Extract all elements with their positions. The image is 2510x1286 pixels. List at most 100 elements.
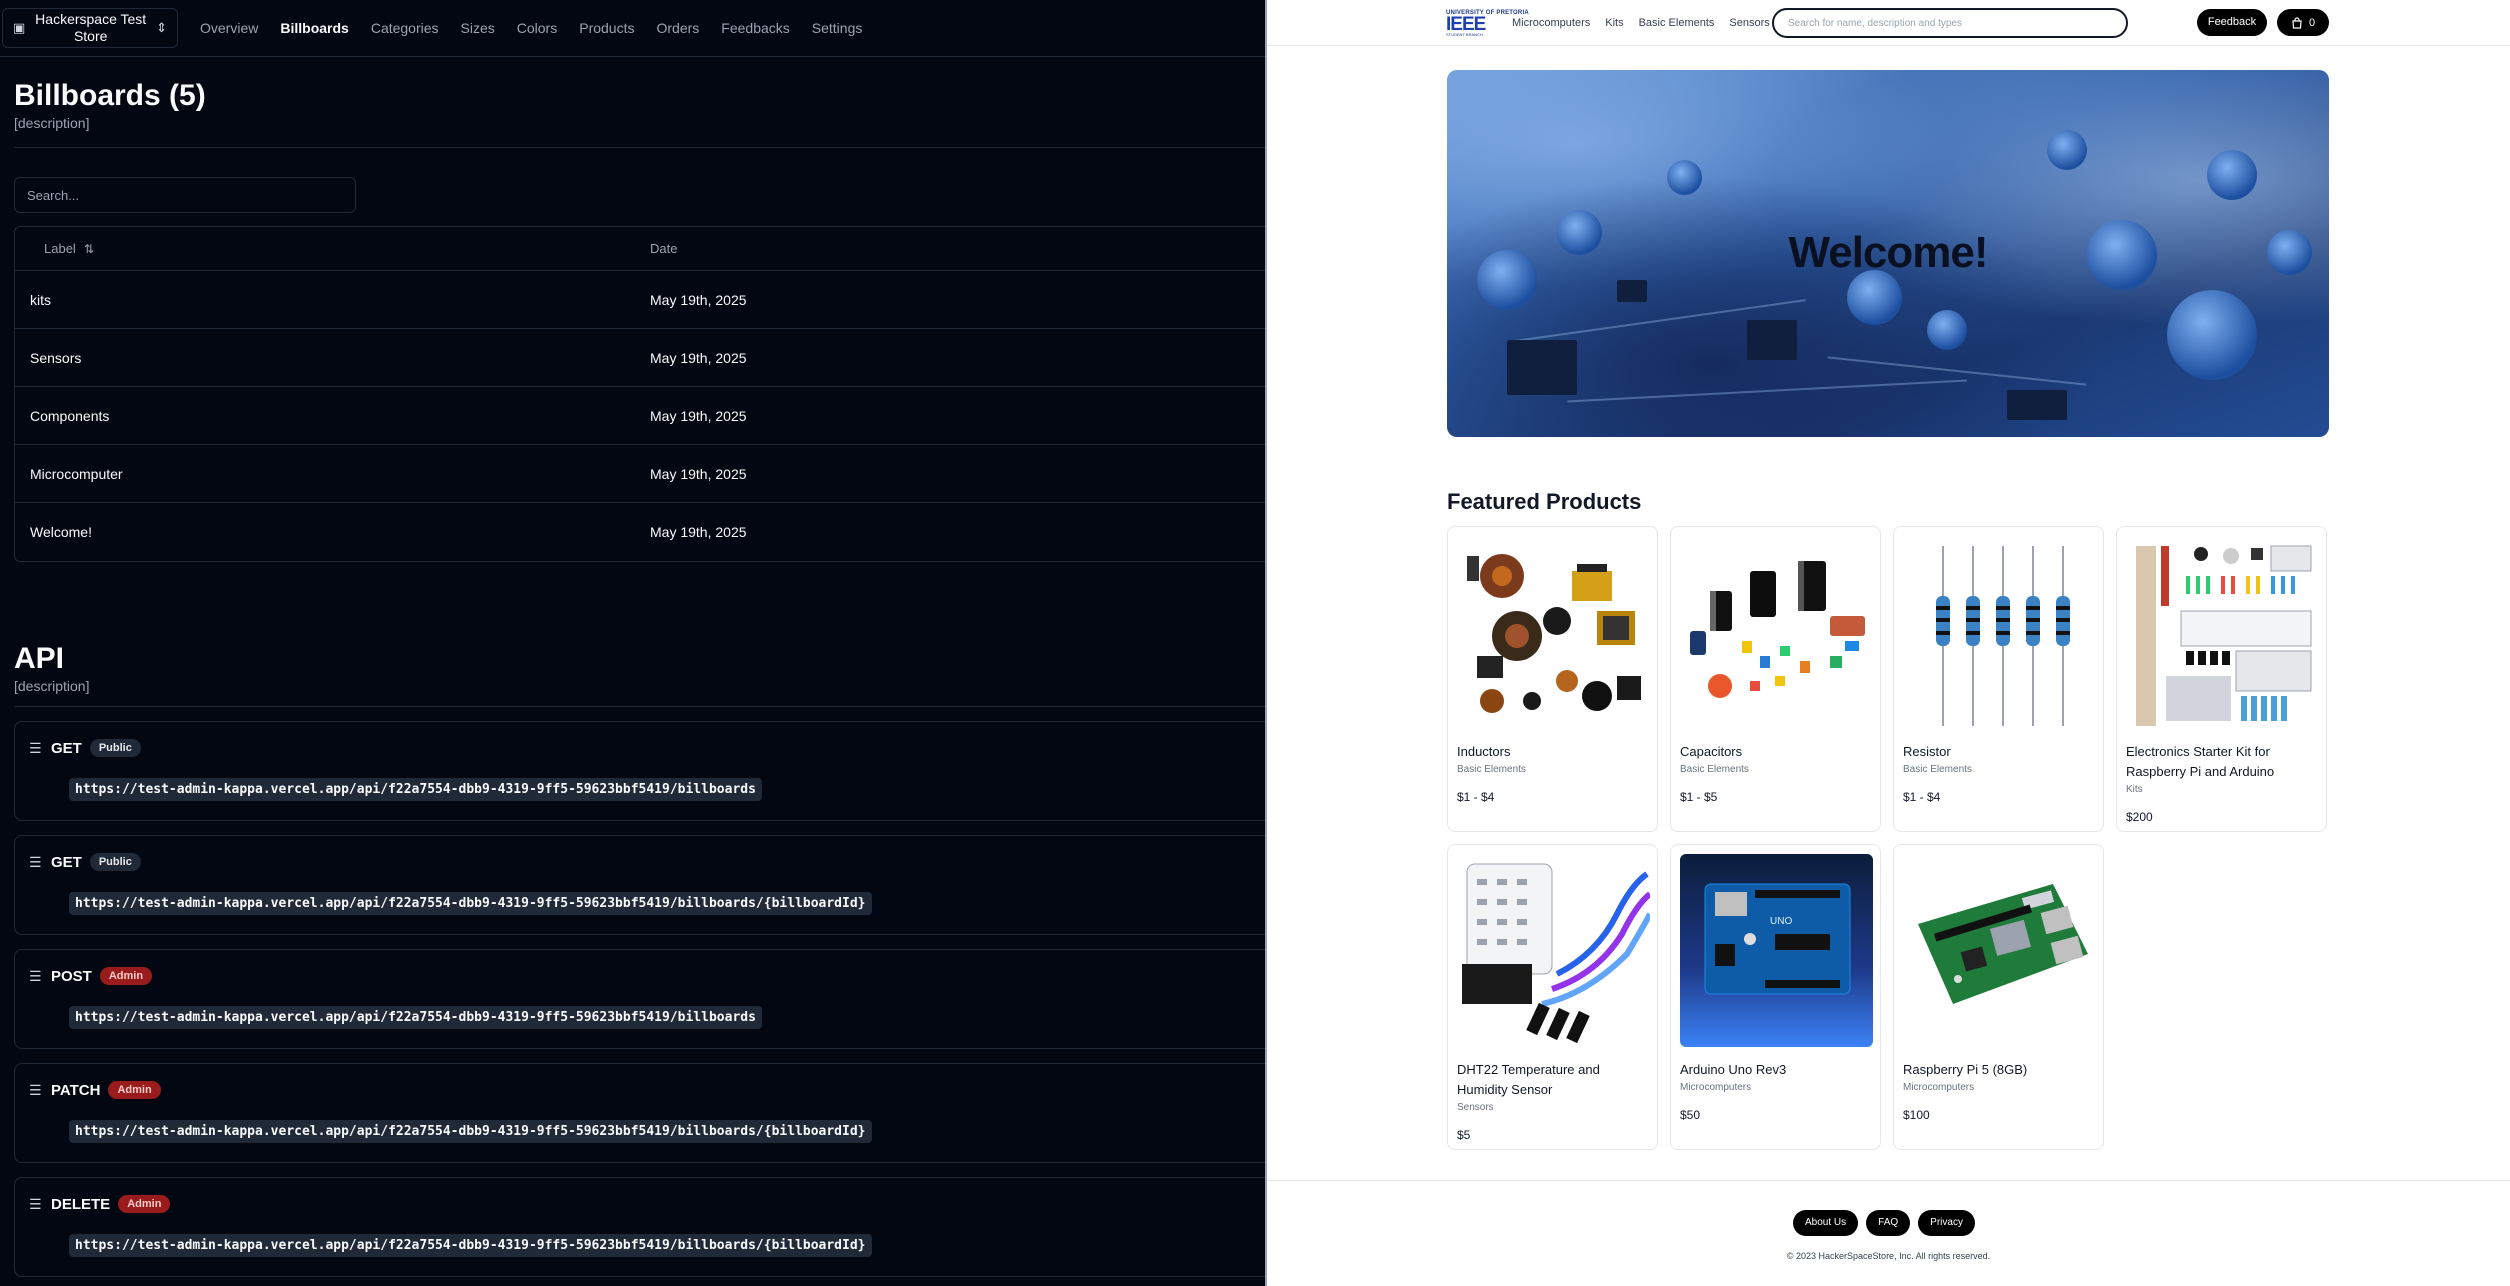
nav-feedbacks[interactable]: Feedbacks [721, 20, 789, 36]
product-card[interactable]: Resistor Basic Elements $1 - $4 [1893, 526, 2104, 832]
product-category: Microcomputers [1680, 1082, 1752, 1093]
nav-overview[interactable]: Overview [200, 20, 258, 36]
billboards-table: Label ⇅ Date kits May 19th, 2025 Sensors … [14, 226, 1265, 562]
nav-products[interactable]: Products [579, 20, 634, 36]
product-price: $200 [2126, 810, 2153, 824]
footer-divider [1267, 1180, 2510, 1181]
nav-colors[interactable]: Colors [517, 20, 557, 36]
nav-billboards[interactable]: Billboards [280, 20, 348, 36]
nav-kits[interactable]: Kits [1605, 17, 1623, 29]
api-badge: Admin [118, 1195, 171, 1213]
product-price: $100 [1903, 1108, 1930, 1122]
nav-sizes[interactable]: Sizes [461, 20, 495, 36]
nav-basic-elements[interactable]: Basic Elements [1639, 17, 1715, 29]
api-heading: API [description] [0, 562, 1265, 694]
product-name: Resistor [1903, 744, 1951, 759]
product-image [1903, 536, 2096, 729]
product-name: DHT22 Temperature and Humidity Sensor [1457, 1062, 1600, 1097]
footer-links: About Us FAQ Privacy [1793, 1210, 1975, 1236]
nav-settings[interactable]: Settings [812, 20, 863, 36]
store-navbar: UNIVERSITY OF PRETORIA IEEE STUDENT BRAN… [1267, 0, 2510, 46]
api-url[interactable]: https://test-admin-kappa.vercel.app/api/… [69, 1234, 872, 1257]
product-search-input[interactable] [1772, 8, 2128, 38]
featured-heading: Featured Products [1447, 489, 1642, 514]
api-endpoint-card: ☰ PATCH Admin https://test-admin-kappa.ver… [14, 1063, 1265, 1163]
footer-faq[interactable]: FAQ [1866, 1210, 1911, 1236]
admin-nav-links: Overview Billboards Categories Sizes Col… [200, 20, 884, 36]
server-icon: ☰ [29, 739, 42, 756]
api-url[interactable]: https://test-admin-kappa.vercel.app/api/… [69, 778, 762, 801]
nav-microcomputers[interactable]: Microcomputers [1512, 17, 1590, 29]
shopping-bag-icon [2292, 16, 2302, 29]
billboards-heading: Billboards (5) [description] [0, 57, 1265, 131]
product-card[interactable]: UNO Arduino Uno Rev3 Microcomputers $50 [1670, 844, 1881, 1150]
product-price: $1 - $5 [1680, 790, 1718, 804]
nav-sensors[interactable]: Sensors [1729, 17, 1769, 29]
product-price: $1 - $4 [1903, 790, 1941, 804]
cart-button[interactable]: 0 [2277, 9, 2329, 36]
product-name: Inductors [1457, 744, 1511, 759]
api-method: GET [51, 739, 82, 757]
hero-billboard: Welcome! [1447, 70, 2329, 437]
api-method: POST [51, 967, 92, 985]
sort-icon[interactable]: ⇅ [84, 242, 94, 256]
product-category: Microcomputers [1903, 1082, 1975, 1093]
api-endpoint-card: ☰ POST Admin https://test-admin-kappa.verc… [14, 949, 1265, 1049]
product-image [2126, 536, 2319, 729]
billboard-search-input[interactable] [14, 177, 356, 213]
footer-about-us[interactable]: About Us [1793, 1210, 1859, 1236]
server-icon: ☰ [29, 853, 42, 870]
api-url[interactable]: https://test-admin-kappa.vercel.app/api/… [69, 1120, 872, 1143]
nav-categories[interactable]: Categories [371, 20, 439, 36]
product-card[interactable]: Raspberry Pi 5 (8GB) Microcomputers $100 [1893, 844, 2104, 1150]
table-row[interactable]: Welcome! May 19th, 2025 [15, 503, 1265, 561]
product-name: Capacitors [1680, 744, 1743, 759]
api-badge: Public [89, 853, 141, 871]
api-endpoint-card: ☰ GET Public https://test-admin-kappa.verc… [14, 721, 1265, 821]
page-description: [description] [14, 115, 90, 131]
api-url[interactable]: https://test-admin-kappa.vercel.app/api/… [69, 892, 872, 915]
chevrons-up-down-icon: ⇕ [156, 20, 167, 35]
row-date: May 19th, 2025 [650, 291, 747, 308]
nav-orders[interactable]: Orders [656, 20, 699, 36]
api-title: API [14, 642, 65, 675]
store-switcher[interactable]: ▣ Hackerspace Test Store ⇕ [2, 8, 178, 48]
row-date: May 19th, 2025 [650, 465, 747, 482]
table-row[interactable]: Components May 19th, 2025 [15, 387, 1265, 445]
product-card[interactable]: Capacitors Basic Elements $1 - $5 [1670, 526, 1881, 832]
copyright: © 2023 HackerSpaceStore, Inc. All rights… [1786, 1251, 1991, 1261]
api-method: GET [51, 853, 82, 871]
table-header: Label ⇅ Date [15, 227, 1265, 271]
admin-top-nav: ▣ Hackerspace Test Store ⇕ Overview Bill… [0, 0, 1265, 57]
row-label: Microcomputer [30, 465, 123, 482]
api-method: PATCH [51, 1081, 101, 1099]
feedback-button[interactable]: Feedback [2197, 9, 2267, 36]
product-image: UNO [1680, 854, 1873, 1047]
product-card[interactable]: Electronics Starter Kit for Raspberry Pi… [2116, 526, 2327, 832]
cart-count: 0 [2308, 16, 2316, 29]
store-switcher-label: Hackerspace Test Store [35, 11, 147, 44]
table-row[interactable]: kits May 19th, 2025 [15, 271, 1265, 329]
row-label: Welcome! [30, 524, 92, 540]
admin-panel: ▣ Hackerspace Test Store ⇕ Overview Bill… [0, 0, 1265, 1286]
product-card[interactable]: DHT22 Temperature and Humidity Sensor Se… [1447, 844, 1658, 1150]
api-url[interactable]: https://test-admin-kappa.vercel.app/api/… [69, 1006, 762, 1029]
divider [14, 147, 1265, 148]
api-description: [description] [14, 678, 90, 694]
date-column-header: Date [650, 241, 678, 256]
api-endpoint-card: ☰ DELETE Admin https://test-admin-kappa.ve… [14, 1177, 1265, 1277]
table-row[interactable]: Sensors May 19th, 2025 [15, 329, 1265, 387]
product-name: Arduino Uno Rev3 [1680, 1062, 1787, 1077]
ieee-logo[interactable]: UNIVERSITY OF PRETORIA IEEE STUDENT BRAN… [1446, 10, 1529, 37]
table-row[interactable]: Microcomputer May 19th, 2025 [15, 445, 1265, 503]
footer-privacy[interactable]: Privacy [1918, 1210, 1975, 1236]
product-card[interactable]: Inductors Basic Elements $1 - $4 [1447, 526, 1658, 832]
product-category: Kits [2126, 784, 2143, 795]
store-nav-links: Microcomputers Kits Basic Elements Senso… [1512, 17, 1785, 29]
storefront: UNIVERSITY OF PRETORIA IEEE STUDENT BRAN… [1267, 0, 2510, 1286]
label-column-header[interactable]: Label ⇅ [15, 241, 650, 256]
api-badge: Admin [99, 967, 153, 985]
row-label: kits [30, 291, 51, 308]
row-label: Sensors [30, 349, 82, 366]
server-icon: ☰ [29, 1195, 42, 1212]
